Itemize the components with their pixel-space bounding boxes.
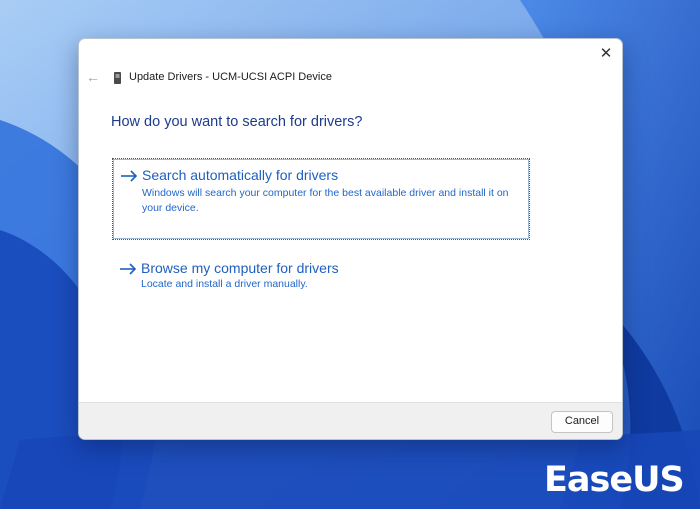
option-description: Windows will search your computer for th…: [142, 187, 509, 214]
window-title: Update Drivers - UCM-UCSI ACPI Device: [129, 71, 332, 83]
cancel-button[interactable]: Cancel: [551, 411, 613, 433]
close-icon: ✕: [599, 45, 613, 62]
option-title: Search automatically for drivers: [142, 167, 339, 183]
easeus-logo: EaseUS: [544, 460, 685, 500]
arrow-right-icon: [120, 263, 137, 275]
option-title: Browse my computer for drivers: [141, 260, 339, 276]
back-button[interactable]: ←: [85, 69, 101, 85]
option-description: Locate and install a driver manually.: [141, 278, 308, 290]
back-arrow-icon: ←: [86, 69, 100, 85]
dialog-footer: Cancel: [79, 402, 622, 439]
search-automatically-option[interactable]: Search automatically for drivers Windows…: [112, 158, 530, 240]
close-button[interactable]: ✕: [596, 44, 616, 64]
arrow-right-icon: [121, 170, 138, 182]
update-drivers-dialog: ✕ ← Update Drivers - UCM-UCSI ACPI Devic…: [78, 38, 623, 440]
device-icon: [114, 72, 121, 84]
page-heading: How do you want to search for drivers?: [111, 114, 363, 130]
browse-computer-option[interactable]: Browse my computer for drivers Locate an…: [113, 259, 527, 299]
